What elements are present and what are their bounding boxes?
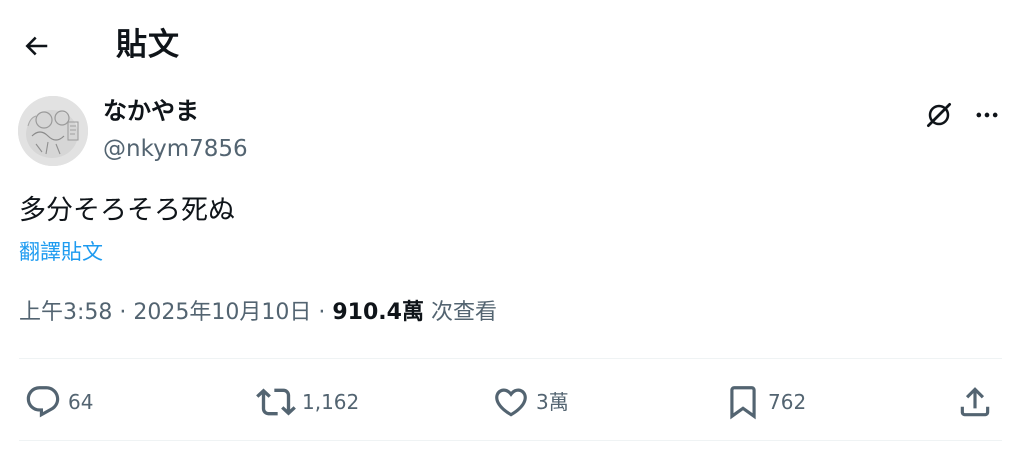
like-button[interactable]: 3萬 (492, 382, 569, 422)
reply-button[interactable]: 64 (24, 382, 93, 422)
repost-count: 1,162 (302, 390, 360, 414)
views-count[interactable]: 910.4萬 (332, 300, 424, 325)
author-display-name[interactable]: なかやま (103, 95, 199, 127)
back-button[interactable] (16, 26, 56, 66)
views-label: 次查看 (430, 300, 497, 325)
arrow-left-icon (21, 31, 51, 61)
page-title: 貼文 (116, 27, 180, 63)
grok-button[interactable] (920, 96, 958, 134)
avatar[interactable] (18, 96, 88, 166)
bookmark-button[interactable]: 762 (724, 382, 806, 422)
heart-icon (492, 383, 530, 421)
share-upload-icon (956, 383, 994, 421)
tweet-meta: 上午3:58 · 2025年10月10日 · 910.4萬 次查看 (19, 296, 497, 330)
bookmark-count: 762 (768, 390, 807, 414)
divider-bottom (19, 440, 1002, 441)
page-header: 貼文 (0, 0, 1024, 90)
repost-button[interactable]: 1,162 (256, 382, 359, 422)
bookmark-icon (724, 383, 762, 421)
meta-separator: · (112, 300, 134, 325)
meta-separator: · (311, 300, 333, 325)
tweet-date[interactable]: 2025年10月10日 (133, 300, 311, 325)
reply-count: 64 (68, 390, 94, 414)
divider-top (19, 358, 1002, 359)
repost-icon (256, 382, 296, 422)
author-handle[interactable]: @nkym7856 (103, 133, 248, 165)
share-button[interactable] (956, 382, 994, 422)
more-options-button[interactable] (968, 96, 1006, 134)
reply-bubble-icon (24, 383, 62, 421)
avatar-sketch-image (18, 96, 88, 166)
grok-icon (924, 100, 954, 130)
tweet-text: 多分そろそろ死ぬ (19, 195, 235, 226)
more-horizontal-icon (973, 101, 1001, 129)
translate-post-link[interactable]: 翻譯貼文 (19, 238, 103, 266)
like-count: 3萬 (536, 390, 569, 414)
tweet-time[interactable]: 上午3:58 (19, 300, 112, 325)
